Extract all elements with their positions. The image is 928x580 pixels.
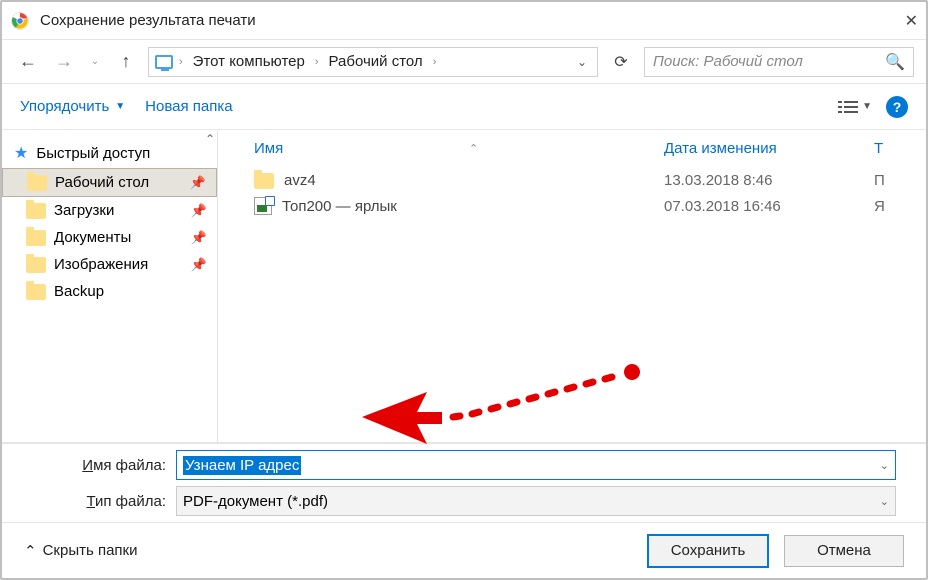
file-list: Имя ⌃ Дата изменения Т avz4 13.03.2018 8…	[218, 130, 926, 442]
search-placeholder: Поиск: Рабочий стол	[653, 53, 885, 70]
window-title: Сохранение результата печати	[40, 12, 878, 29]
toolbar: Упорядочить ▼ Новая папка ▼ ?	[2, 84, 926, 130]
cancel-button[interactable]: Отмена	[784, 535, 904, 567]
chevron-down-icon[interactable]: ⌄	[880, 459, 889, 472]
help-button[interactable]: ?	[886, 96, 908, 118]
chevron-right-icon[interactable]: ›	[177, 56, 185, 68]
folder-icon	[26, 203, 46, 219]
filename-value: Узнаем IP адрес	[183, 456, 301, 475]
sort-ascending-icon: ⌃	[469, 142, 478, 155]
breadcrumb[interactable]: › Этот компьютер › Рабочий стол › ⌄	[148, 47, 598, 77]
star-icon: ★	[14, 143, 28, 163]
folder-icon	[27, 175, 47, 191]
this-pc-icon	[153, 52, 175, 72]
chevron-right-icon[interactable]: ›	[431, 56, 439, 68]
folder-icon	[26, 230, 46, 246]
column-name[interactable]: Имя ⌃	[254, 140, 664, 157]
sidebar-item-backup[interactable]: Backup	[2, 278, 217, 305]
save-dialog-window: Сохранение результата печати ✕ ← → ⌄ ↑ ›…	[0, 0, 928, 580]
folder-icon	[254, 173, 274, 189]
breadcrumb-root[interactable]: Этот компьютер	[187, 53, 311, 70]
pin-icon: 📌	[191, 230, 207, 246]
pin-icon: 📌	[190, 175, 206, 191]
list-item[interactable]: avz4 13.03.2018 8:46 П	[218, 168, 926, 193]
excel-shortcut-icon	[254, 197, 272, 215]
filename-input[interactable]: Узнаем IP адрес ⌄	[176, 450, 896, 480]
column-date[interactable]: Дата изменения	[664, 140, 874, 157]
close-icon[interactable]: ✕	[878, 11, 918, 31]
chevron-right-icon[interactable]: ›	[313, 56, 321, 68]
organize-button[interactable]: Упорядочить ▼	[20, 98, 125, 115]
titlebar: Сохранение результата печати ✕	[2, 2, 926, 40]
view-mode-button[interactable]: ▼	[838, 99, 872, 115]
filename-label: Имя файла:	[12, 457, 166, 474]
sidebar-quick-access[interactable]: ★ Быстрый доступ	[2, 138, 217, 168]
save-fields: Имя файла: Узнаем IP адрес ⌄ Тип файла: …	[2, 443, 926, 522]
sidebar-item-documents[interactable]: Документы 📌	[2, 224, 217, 251]
breadcrumb-dropdown[interactable]: ⌄	[571, 55, 593, 69]
scroll-up-icon[interactable]: ⌃	[205, 132, 215, 146]
sidebar-item-downloads[interactable]: Загрузки 📌	[2, 197, 217, 224]
chevron-up-icon: ⌃	[24, 542, 37, 560]
dialog-body: ⌃ ★ Быстрый доступ Рабочий стол 📌 Загруз…	[2, 130, 926, 443]
chevron-down-icon[interactable]: ⌄	[880, 495, 889, 508]
save-button[interactable]: Сохранить	[648, 535, 768, 567]
chrome-icon	[10, 11, 30, 31]
up-button[interactable]: ↑	[112, 48, 140, 76]
search-icon[interactable]: 🔍	[885, 52, 905, 72]
back-button[interactable]: ←	[14, 48, 42, 76]
navbar: ← → ⌄ ↑ › Этот компьютер › Рабочий стол …	[2, 40, 926, 84]
list-item[interactable]: Топ200 — ярлык 07.03.2018 16:46 Я	[218, 193, 926, 219]
filetype-select[interactable]: PDF-документ (*.pdf) ⌄	[176, 486, 896, 516]
chevron-down-icon: ▼	[115, 101, 125, 112]
folder-icon	[26, 257, 46, 273]
filetype-value: PDF-документ (*.pdf)	[183, 493, 328, 510]
search-input[interactable]: Поиск: Рабочий стол 🔍	[644, 47, 914, 77]
pin-icon: 📌	[191, 257, 207, 273]
breadcrumb-current[interactable]: Рабочий стол	[323, 53, 429, 70]
pin-icon: 📌	[191, 203, 207, 219]
forward-button: →	[50, 48, 78, 76]
dialog-footer: ⌃ Скрыть папки Сохранить Отмена	[2, 522, 926, 578]
refresh-button[interactable]: ⟳	[606, 52, 636, 72]
hide-folders-toggle[interactable]: ⌃ Скрыть папки	[24, 542, 137, 560]
column-headers: Имя ⌃ Дата изменения Т	[218, 130, 926, 168]
sidebar-item-desktop[interactable]: Рабочий стол 📌	[2, 168, 217, 197]
filetype-label: Тип файла:	[12, 493, 166, 510]
column-type[interactable]: Т	[874, 140, 914, 157]
history-dropdown[interactable]: ⌄	[86, 48, 104, 76]
sidebar-item-pictures[interactable]: Изображения 📌	[2, 251, 217, 278]
new-folder-button[interactable]: Новая папка	[145, 98, 232, 115]
chevron-down-icon: ▼	[862, 101, 872, 112]
sidebar: ⌃ ★ Быстрый доступ Рабочий стол 📌 Загруз…	[2, 130, 218, 442]
folder-icon	[26, 284, 46, 300]
